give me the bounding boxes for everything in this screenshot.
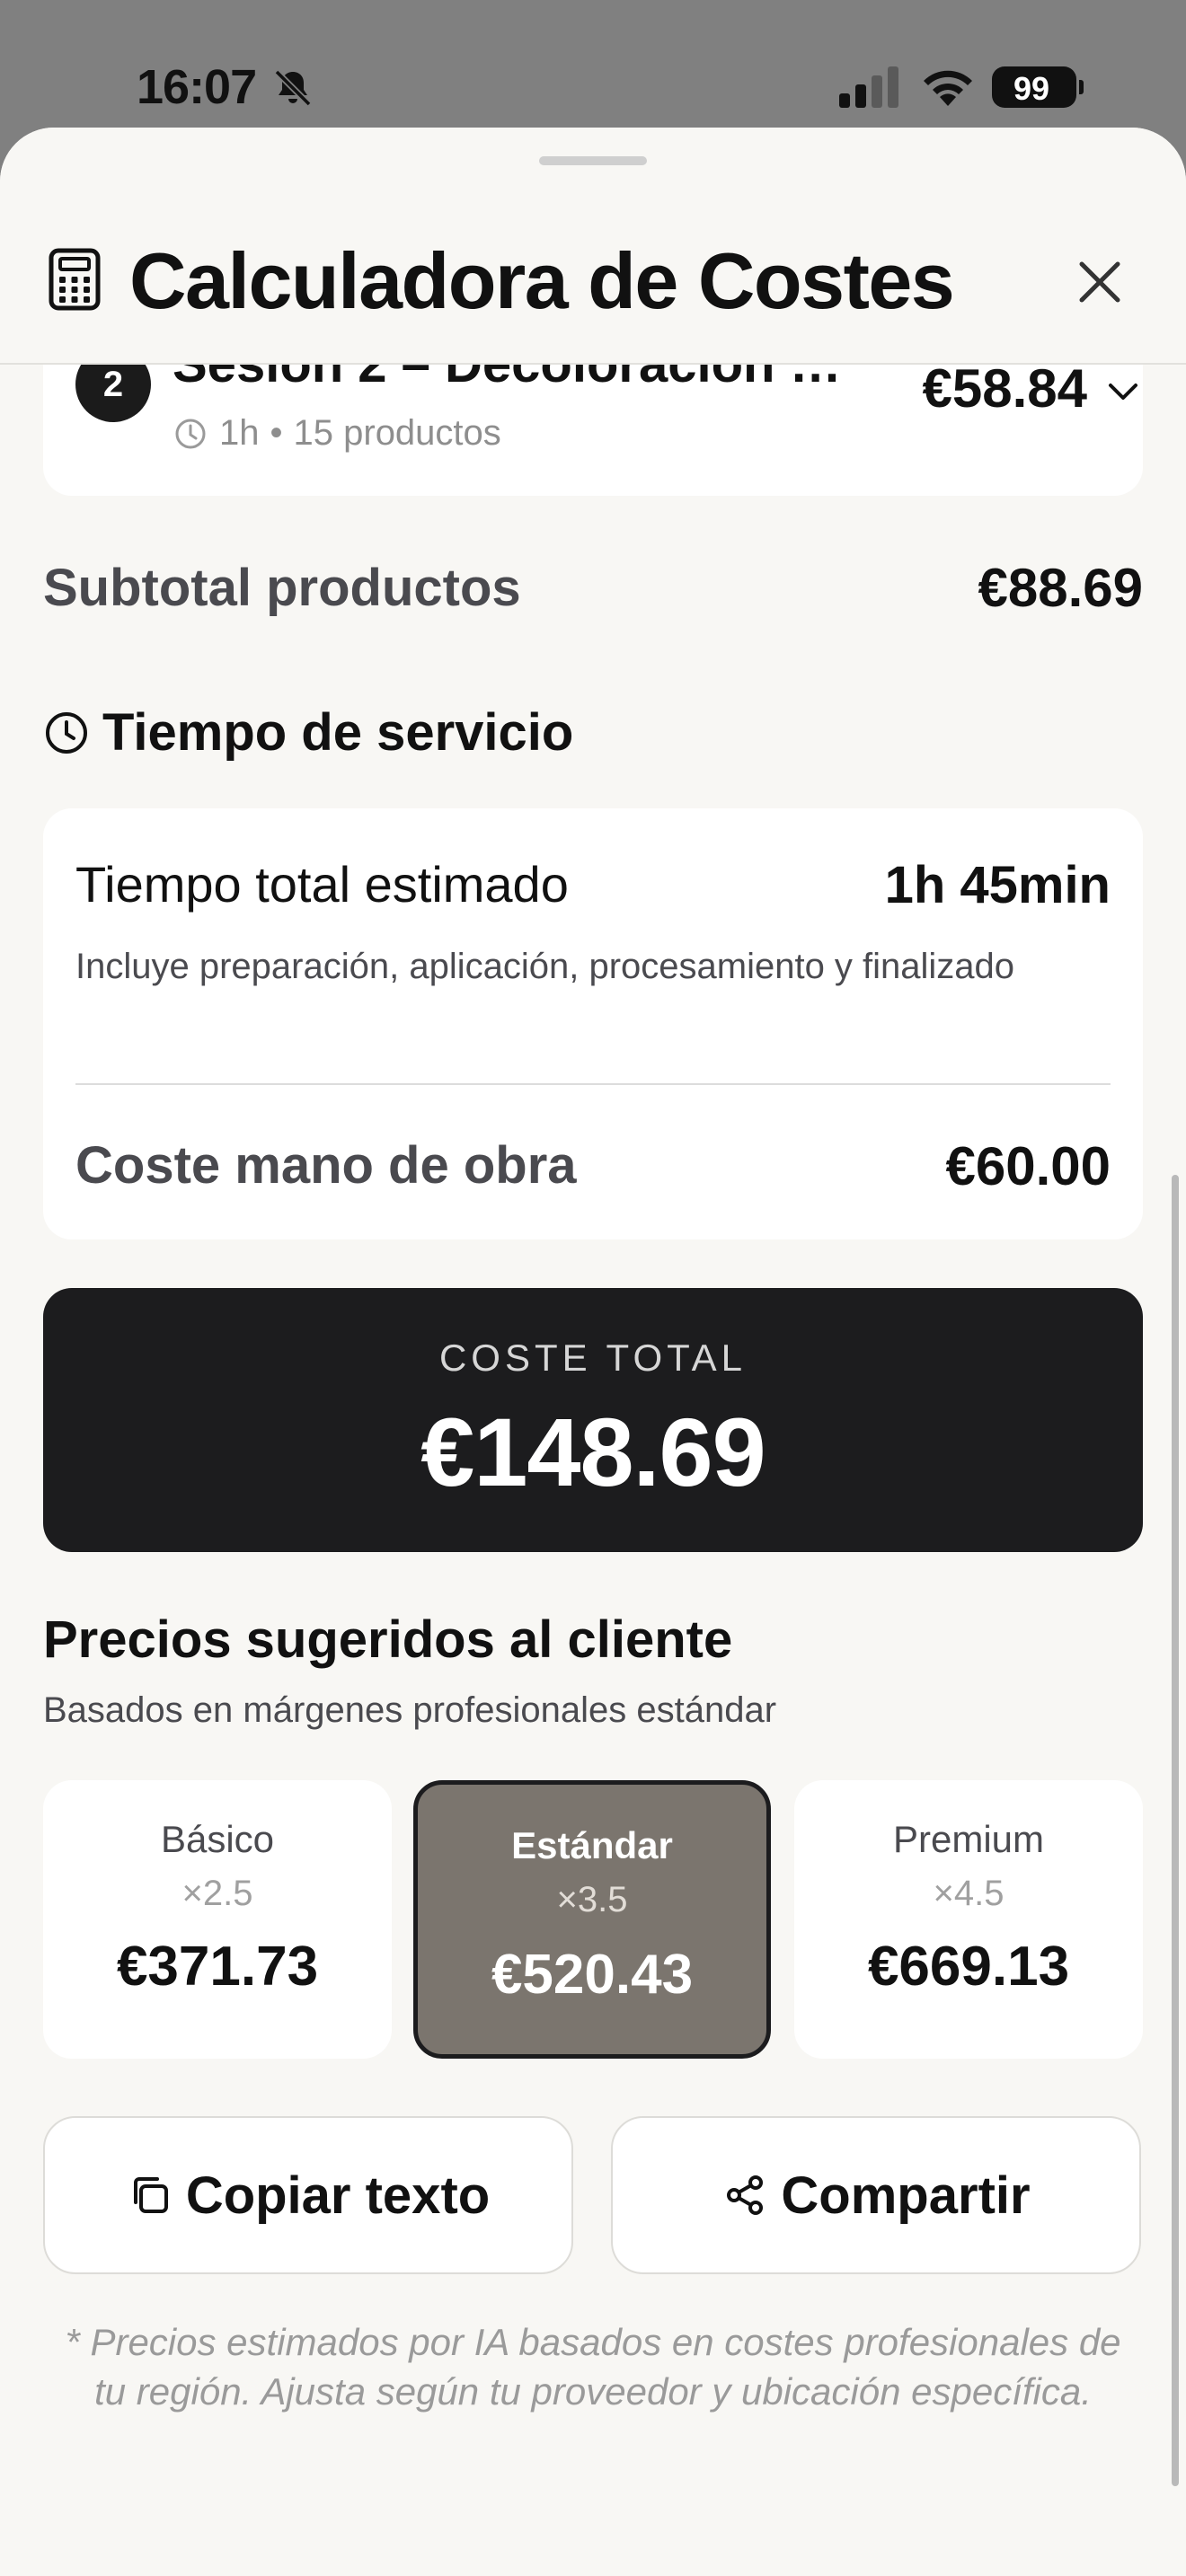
tier-multiplier: ×4.5	[933, 1874, 1005, 1913]
labor-cost-value: €60.00	[945, 1136, 1111, 1196]
clock-icon	[175, 419, 206, 448]
service-time-heading: Tiempo de servicio	[43, 702, 573, 763]
cellular-signal-icon	[839, 66, 898, 108]
close-icon[interactable]	[1071, 253, 1128, 311]
session-products: 15 productos	[293, 413, 501, 453]
meta-separator: •	[270, 413, 283, 453]
tier-basic-option[interactable]: Básico ×2.5 €371.73	[43, 1780, 392, 2059]
tier-price: €669.13	[867, 1936, 1070, 1998]
battery-indicator: 99	[992, 66, 1084, 108]
suggested-prices-subtitle: Basados en márgenes profesionales estánd…	[43, 1690, 777, 1730]
sheet-header: Calculadora de Costes	[0, 128, 1186, 365]
tier-standard-option[interactable]: Estándar ×3.5 €520.43	[413, 1780, 771, 2059]
wifi-icon	[924, 70, 972, 106]
total-cost-label: COSTE TOTAL	[438, 1337, 748, 1379]
tier-name: Básico	[160, 1818, 275, 1860]
battery-level: 99	[1013, 70, 1050, 107]
total-time-description: Incluye preparación, aplicación, procesa…	[75, 947, 1015, 986]
cost-calculator-sheet: 2 Sesión 2 – Decoloración suave 1h • 15 …	[0, 128, 1186, 2576]
session-meta: 1h • 15 productos	[173, 413, 501, 454]
copy-text-button[interactable]: Copiar texto	[43, 2116, 573, 2274]
tier-price: €520.43	[491, 1944, 694, 2006]
session-duration: 1h	[219, 413, 260, 453]
subtotal-row: Subtotal productos €88.69	[43, 557, 1143, 619]
service-time-card: Tiempo total estimado 1h 45min Incluye p…	[43, 808, 1143, 1239]
page-title: Calculadora de Costes	[129, 236, 955, 325]
chevron-down-icon[interactable]	[1103, 372, 1143, 411]
tier-price: €371.73	[116, 1936, 319, 1998]
calculator-icon	[49, 248, 101, 311]
clock-icon	[46, 711, 87, 754]
labor-cost-label: Coste mano de obra	[75, 1136, 577, 1195]
subtotal-value: €88.69	[978, 558, 1143, 618]
scrollbar[interactable]	[1172, 1175, 1179, 2486]
disclaimer-text: * Precios estimados por IA basados en co…	[65, 2321, 1121, 2413]
copy-text-label: Copiar texto	[185, 2166, 491, 2225]
total-cost-card: COSTE TOTAL €148.69	[43, 1288, 1143, 1552]
total-time-value: 1h 45min	[884, 856, 1111, 914]
tier-name: Estándar	[511, 1824, 673, 1866]
suggested-prices-title: Precios sugeridos al cliente	[43, 1610, 733, 1669]
total-time-label: Tiempo total estimado	[75, 856, 569, 913]
tier-multiplier: ×3.5	[556, 1880, 628, 1919]
tier-premium-option[interactable]: Premium ×4.5 €669.13	[794, 1780, 1143, 2059]
status-time: 16:07	[137, 60, 257, 114]
bell-muted-icon	[274, 69, 312, 107]
share-label: Compartir	[781, 2166, 1031, 2225]
sheet-grabber[interactable]	[539, 156, 647, 165]
tier-multiplier: ×2.5	[181, 1874, 253, 1913]
copy-icon	[133, 2177, 168, 2213]
subtotal-label: Subtotal productos	[43, 559, 521, 617]
tier-name: Premium	[892, 1818, 1045, 1860]
divider	[75, 1083, 1111, 1085]
share-icon	[727, 2175, 764, 2215]
status-bar: 16:07 99	[0, 0, 1186, 126]
session-price: €58.84	[922, 358, 1087, 419]
share-button[interactable]: Compartir	[611, 2116, 1141, 2274]
section-title: Tiempo de servicio	[102, 703, 574, 762]
total-cost-value: €148.69	[420, 1398, 766, 1506]
